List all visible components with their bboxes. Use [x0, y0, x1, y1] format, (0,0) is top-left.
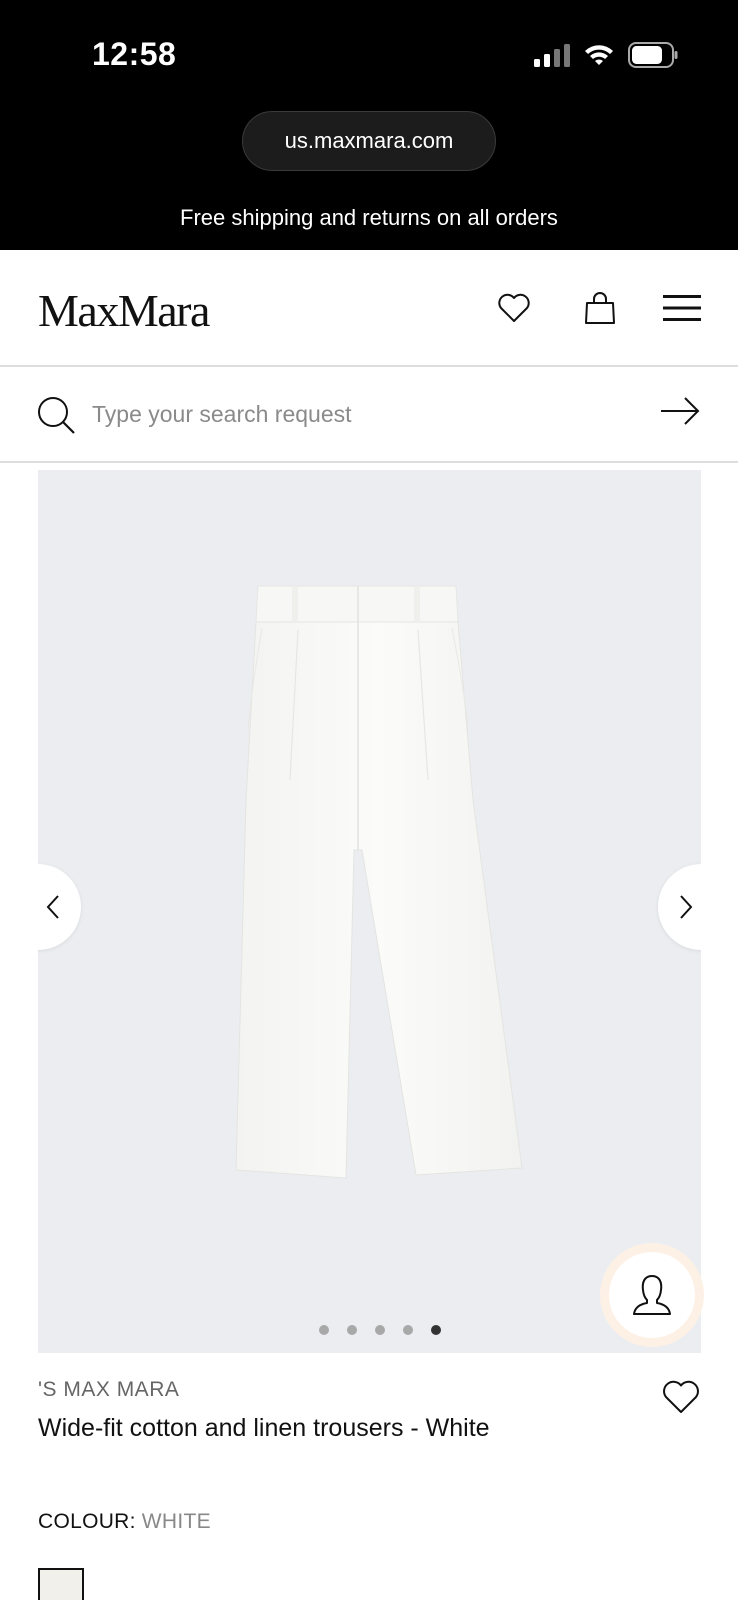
battery-icon — [628, 42, 678, 68]
menu-icon — [663, 295, 701, 321]
menu-button[interactable] — [660, 286, 704, 330]
cart-button[interactable] — [578, 286, 622, 330]
search-bar — [0, 367, 738, 463]
heart-icon — [498, 293, 530, 322]
gallery-pagination — [38, 1325, 701, 1337]
colour-row: COLOUR: WHITE — [38, 1510, 211, 1534]
heart-icon[interactable] — [662, 1380, 700, 1414]
search-icon[interactable] — [36, 395, 76, 435]
maxmara-logo[interactable]: MaxMara — [38, 284, 210, 337]
colour-value: WHITE — [141, 1510, 211, 1533]
shopping-bag-icon — [585, 292, 615, 324]
search-input[interactable] — [92, 393, 612, 435]
product-brand[interactable]: 'S MAX MARA — [38, 1378, 179, 1402]
pagination-dot[interactable] — [402, 1325, 413, 1335]
status-icons — [534, 40, 678, 70]
pagination-dot-active[interactable] — [430, 1325, 441, 1335]
product-image — [235, 585, 523, 1179]
wifi-icon — [585, 45, 613, 65]
colour-label: COLOUR: — [38, 1510, 136, 1533]
signal-icon — [534, 44, 570, 67]
promo-banner: Free shipping and returns on all orders — [180, 205, 558, 230]
colour-swatch-white[interactable] — [38, 1568, 84, 1600]
product-title: Wide-fit cotton and linen trousers - Whi… — [38, 1414, 490, 1442]
top-bar: 12:58 us.maxmara.com Free shipping and r… — [0, 0, 738, 250]
assistant-button-inner — [609, 1252, 695, 1338]
arrow-right-icon[interactable] — [660, 395, 700, 427]
address-bar[interactable]: us.maxmara.com — [242, 111, 496, 171]
site-header: MaxMara — [0, 250, 738, 367]
gallery-next-button[interactable] — [658, 864, 701, 950]
pagination-dot[interactable] — [318, 1325, 329, 1335]
assistant-button[interactable] — [600, 1243, 704, 1347]
pagination-dot[interactable] — [346, 1325, 357, 1335]
chevron-right-icon — [680, 895, 693, 919]
pagination-dot[interactable] — [374, 1325, 385, 1335]
gallery-prev-button[interactable] — [38, 864, 81, 950]
chevron-left-icon — [46, 895, 59, 919]
person-icon — [633, 1275, 671, 1315]
wishlist-button[interactable] — [492, 286, 536, 330]
product-gallery[interactable] — [38, 470, 701, 1353]
status-time: 12:58 — [92, 36, 177, 72]
